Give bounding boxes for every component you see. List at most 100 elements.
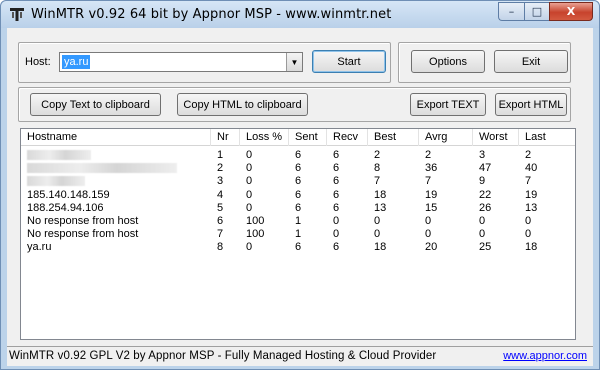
cell-worst: 22 [479, 188, 492, 201]
cell-sent: 6 [295, 201, 302, 214]
cell-loss: 0 [246, 188, 253, 201]
cell-last: 40 [525, 162, 538, 175]
cell-worst: 47 [479, 162, 492, 175]
table-row[interactable]: 2 0 6 6 8 36 47 40 [21, 162, 575, 175]
column-header-last[interactable]: Last [519, 129, 575, 146]
table-row[interactable]: No response from host 7 100 1 0 0 0 0 0 [21, 228, 575, 241]
maximize-icon: □ [531, 5, 543, 18]
cell-best: 0 [374, 215, 381, 227]
title-bar[interactable]: WinMTR v0.92 64 bit by Appnor MSP - www.… [1, 1, 599, 28]
cell-recv: 0 [333, 215, 340, 227]
cell-worst: 0 [479, 228, 486, 241]
cell-sent: 6 [295, 241, 302, 254]
cell-recv: 6 [333, 162, 340, 175]
cell-loss: 0 [246, 175, 253, 188]
table-row[interactable]: 1 0 6 6 2 2 3 2 [21, 149, 575, 162]
cell-nr: 7 [217, 228, 224, 241]
close-button[interactable]: X [549, 2, 593, 21]
cell-best: 13 [374, 201, 387, 214]
cell-hostname: No response from host [27, 228, 139, 241]
cell-avrg: 36 [425, 162, 438, 175]
cell-best: 8 [374, 162, 381, 175]
cell-hostname [21, 175, 211, 188]
table-row[interactable]: 3 0 6 6 7 7 9 7 [21, 175, 575, 188]
column-header-avrg[interactable]: Avrg [419, 129, 473, 146]
export-text-button[interactable]: Export TEXT [410, 93, 486, 116]
cell-last: 19 [525, 188, 538, 201]
cell-best: 0 [374, 228, 381, 241]
cell-last: 2 [525, 149, 532, 161]
cell-sent: 6 [295, 188, 302, 201]
cell-hostname: 185.140.148.159 [27, 188, 110, 201]
cell-worst: 25 [479, 241, 492, 254]
cell-avrg: 20 [425, 241, 438, 254]
cell-sent: 1 [295, 228, 302, 241]
maximize-button[interactable]: □ [524, 2, 549, 21]
column-header-best[interactable]: Best [368, 129, 419, 146]
cell-nr: 8 [217, 241, 224, 254]
cell-loss: 100 [246, 228, 265, 241]
cell-worst: 0 [479, 215, 486, 227]
options-button[interactable]: Options [411, 50, 485, 73]
dropdown-arrow-icon[interactable]: ▼ [286, 53, 302, 71]
cell-hostname [21, 149, 211, 162]
cell-last: 13 [525, 201, 538, 214]
cell-hostname: No response from host [27, 215, 139, 227]
cell-avrg: 15 [425, 201, 438, 214]
appnor-link[interactable]: www.appnor.com [503, 350, 587, 362]
cell-hostname: 188.254.94.106 [27, 201, 104, 214]
cell-last: 0 [525, 228, 532, 241]
cell-recv: 0 [333, 228, 340, 241]
cell-worst: 26 [479, 201, 492, 214]
cell-loss: 0 [246, 241, 253, 254]
column-header-worst[interactable]: Worst [473, 129, 519, 146]
column-header-sent[interactable]: Sent [289, 129, 327, 146]
cell-loss: 100 [246, 215, 265, 227]
column-header-nr[interactable]: Nr [211, 129, 240, 146]
cell-sent: 1 [295, 215, 302, 227]
winmtr-window: WinMTR v0.92 64 bit by Appnor MSP - www.… [0, 0, 600, 370]
cell-best: 18 [374, 188, 387, 201]
cell-sent: 6 [295, 175, 302, 188]
cell-last: 7 [525, 175, 532, 188]
copy-text-button[interactable]: Copy Text to clipboard [30, 93, 161, 116]
cell-nr: 4 [217, 188, 224, 201]
table-row[interactable]: No response from host 6 100 1 0 0 0 0 0 [21, 215, 575, 228]
cell-avrg: 0 [425, 228, 432, 241]
host-combobox[interactable]: ya.ru ▼ [59, 52, 303, 72]
cell-nr: 5 [217, 201, 224, 214]
minimize-icon: – [508, 5, 515, 18]
minimize-button[interactable]: – [498, 2, 524, 21]
cell-sent: 6 [295, 162, 302, 175]
cell-recv: 6 [333, 149, 340, 161]
cell-best: 18 [374, 241, 387, 254]
table-row[interactable]: ya.ru 8 0 6 6 18 20 25 18 [21, 241, 575, 254]
cell-nr: 2 [217, 162, 224, 175]
cell-recv: 6 [333, 188, 340, 201]
cell-recv: 6 [333, 241, 340, 254]
cell-last: 0 [525, 215, 532, 227]
column-header-recv[interactable]: Recv [327, 129, 368, 146]
winmtr-app-icon [10, 8, 24, 21]
host-input[interactable]: ya.ru [62, 55, 91, 69]
cell-avrg: 2 [425, 149, 432, 161]
cell-best: 7 [374, 175, 381, 188]
results-table[interactable]: Hostname Nr Loss % Sent Recv Best Avrg Worst Las… [20, 128, 576, 340]
table-row[interactable]: 185.140.148.159 4 0 6 6 18 19 22 19 [21, 188, 575, 202]
host-label: Host: [25, 56, 51, 68]
exit-button[interactable]: Exit [494, 50, 568, 73]
column-header-hostname[interactable]: Hostname [21, 129, 211, 146]
cell-nr: 3 [217, 175, 224, 188]
cell-recv: 6 [333, 201, 340, 214]
caption-buttons: – □ X [498, 2, 593, 21]
cell-worst: 3 [479, 149, 486, 161]
column-header-loss[interactable]: Loss % [240, 129, 289, 146]
close-icon: X [566, 5, 576, 18]
table-row[interactable]: 188.254.94.106 5 0 6 6 13 15 26 13 [21, 201, 575, 215]
cell-loss: 0 [246, 201, 253, 214]
export-html-button[interactable]: Export HTML [495, 93, 567, 116]
start-button[interactable]: Start [312, 50, 386, 73]
copy-html-button[interactable]: Copy HTML to clipboard [177, 93, 308, 116]
cell-recv: 6 [333, 175, 340, 188]
cell-last: 18 [525, 241, 538, 254]
